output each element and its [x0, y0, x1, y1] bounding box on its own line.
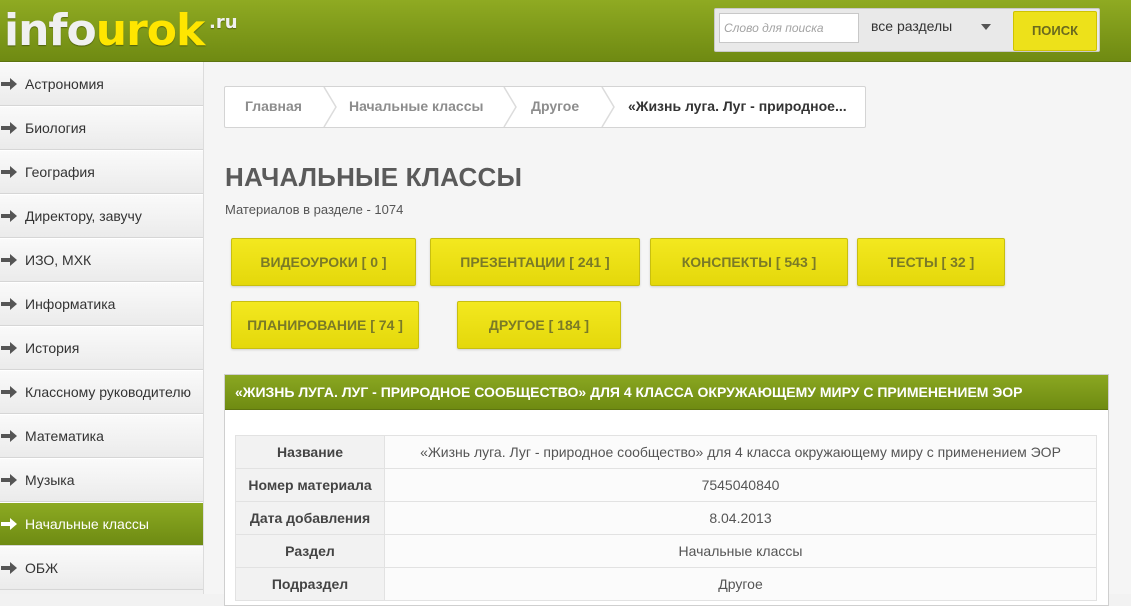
logo-text-info: info	[4, 5, 97, 56]
arrow-right-icon	[1, 474, 17, 486]
material-count: Материалов в разделе - 1074	[225, 202, 404, 217]
sidebar-item-label: География	[25, 164, 95, 180]
arrow-right-icon	[1, 210, 17, 222]
category-button-other[interactable]: ДРУГОЕ [ 184 ]	[457, 301, 621, 349]
category-button-tests[interactable]: ТЕСТЫ [ 32 ]	[857, 238, 1005, 286]
row-value: 8.04.2013	[384, 501, 1097, 535]
row-key: Раздел	[235, 534, 385, 568]
material-info-table: Название «Жизнь луга. Луг - природное со…	[235, 435, 1097, 601]
category-button-presentations[interactable]: ПРЕЗЕНТАЦИИ [ 241 ]	[430, 238, 640, 286]
row-value: «Жизнь луга. Луг - природное сообщество»…	[384, 435, 1097, 469]
category-button-notes[interactable]: КОНСПЕКТЫ [ 543 ]	[650, 238, 848, 286]
arrow-right-icon	[1, 254, 17, 266]
sidebar-item-art[interactable]: ИЗО, МХК	[0, 238, 203, 282]
sidebar-item-class-teacher[interactable]: Классному руководителю	[0, 370, 203, 414]
sidebar-item-label: Математика	[25, 428, 104, 444]
table-row: Подраздел Другое	[235, 567, 1097, 601]
row-value: Начальные классы	[384, 534, 1097, 568]
breadcrumb-separator-icon	[503, 87, 517, 127]
sidebar-item-label: Директору, завучу	[25, 208, 142, 224]
material-heading: «ЖИЗНЬ ЛУГА. ЛУГ - ПРИРОДНОЕ СООБЩЕСТВО»…	[225, 375, 1108, 410]
row-key: Дата добавления	[235, 501, 385, 535]
sidebar-item-label: Начальные классы	[25, 516, 149, 532]
sidebar-item-label: ОБЖ	[25, 560, 59, 576]
category-button-videolessons[interactable]: ВИДЕОУРОКИ [ 0 ]	[231, 238, 416, 286]
chevron-down-icon	[981, 24, 991, 30]
sidebar-item-label: Музыка	[25, 472, 75, 488]
row-value: 7545040840	[384, 468, 1097, 502]
breadcrumb-separator-icon	[601, 87, 615, 127]
breadcrumb-current: «Жизнь луга. Луг - природное...	[628, 98, 847, 114]
sidebar-item-label: Биология	[25, 120, 87, 136]
breadcrumb-separator-icon	[323, 87, 337, 127]
table-row: Номер материала 7545040840	[235, 468, 1097, 502]
arrow-right-icon	[1, 430, 17, 442]
sidebar-item-director[interactable]: Директору, завучу	[0, 194, 203, 238]
row-key: Подраздел	[235, 567, 385, 601]
sidebar-item-astronomy[interactable]: Астрономия	[0, 62, 203, 106]
site-logo[interactable]: infourok .ru	[4, 5, 238, 56]
material-panel: «ЖИЗНЬ ЛУГА. ЛУГ - ПРИРОДНОЕ СООБЩЕСТВО»…	[224, 374, 1109, 606]
sidebar-item-math[interactable]: Математика	[0, 414, 203, 458]
sidebar-item-label: Информатика	[25, 296, 116, 312]
sidebar-item-geography[interactable]: География	[0, 150, 203, 194]
category-button-planning[interactable]: ПЛАНИРОВАНИЕ [ 74 ]	[231, 301, 419, 349]
search-bar: все разделы ПОИСК	[714, 8, 1100, 52]
sidebar-item-label: Классному руководителю	[25, 384, 191, 400]
breadcrumb-other[interactable]: Другое	[531, 87, 579, 127]
breadcrumb-home[interactable]: Главная	[245, 87, 302, 127]
search-button[interactable]: ПОИСК	[1013, 11, 1097, 51]
arrow-right-icon	[1, 342, 17, 354]
breadcrumb-primary[interactable]: Начальные классы	[349, 87, 483, 127]
header-bar: infourok .ru все разделы ПОИСК	[0, 0, 1131, 62]
arrow-right-icon	[1, 78, 17, 90]
row-key: Номер материала	[235, 468, 385, 502]
table-row: Название «Жизнь луга. Луг - природное со…	[235, 435, 1097, 469]
table-row: Раздел Начальные классы	[235, 534, 1097, 568]
sidebar-item-obzh[interactable]: ОБЖ	[0, 546, 203, 590]
section-select-value: все разделы	[871, 18, 953, 34]
sidebar: Астрономия Биология География Директору,…	[0, 62, 204, 594]
sidebar-item-label: Астрономия	[25, 76, 104, 92]
sidebar-item-label: История	[25, 340, 80, 356]
page-title: НАЧАЛЬНЫЕ КЛАССЫ	[225, 162, 523, 192]
row-key: Название	[235, 435, 385, 469]
sidebar-item-informatics[interactable]: Информатика	[0, 282, 203, 326]
logo-tld: .ru	[209, 12, 238, 33]
search-input[interactable]	[719, 13, 859, 43]
arrow-right-icon	[1, 166, 17, 178]
main-content: Главная Начальные классы Другое «Жизнь л…	[204, 62, 1131, 606]
section-select[interactable]: все разделы	[871, 17, 1001, 41]
arrow-right-icon	[1, 518, 17, 530]
row-value: Другое	[384, 567, 1097, 601]
breadcrumb: Главная Начальные классы Другое «Жизнь л…	[224, 86, 866, 128]
arrow-right-icon	[1, 298, 17, 310]
sidebar-item-label: ИЗО, МХК	[25, 252, 92, 268]
sidebar-item-primary-school[interactable]: Начальные классы	[0, 502, 203, 546]
sidebar-item-music[interactable]: Музыка	[0, 458, 203, 502]
arrow-right-icon	[1, 386, 17, 398]
arrow-right-icon	[1, 562, 17, 574]
sidebar-item-history[interactable]: История	[0, 326, 203, 370]
logo-text-urok: urok	[95, 5, 206, 56]
table-row: Дата добавления 8.04.2013	[235, 501, 1097, 535]
sidebar-item-biology[interactable]: Биология	[0, 106, 203, 150]
arrow-right-icon	[1, 122, 17, 134]
